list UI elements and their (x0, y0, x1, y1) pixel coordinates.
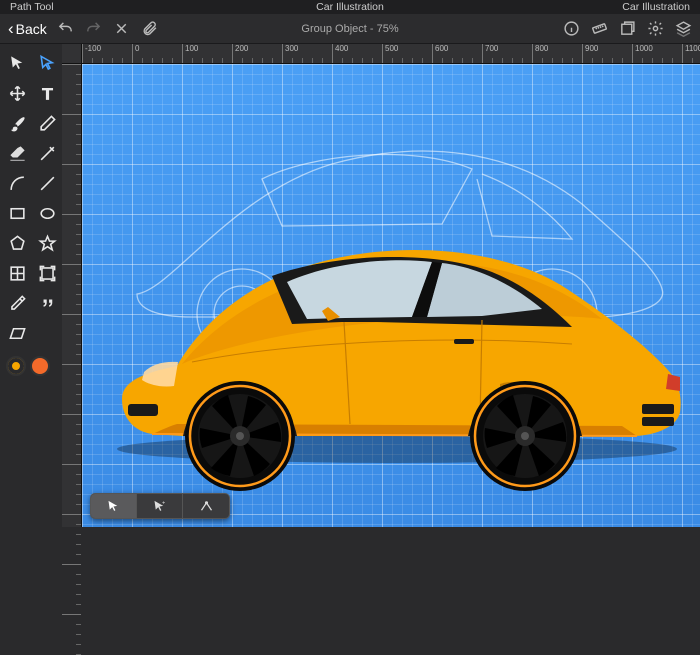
ruler-horizontal[interactable]: -100010020030040050060070080090010001100 (82, 44, 700, 64)
close-button[interactable] (113, 20, 131, 38)
tool-mode-label: Path Tool (10, 1, 54, 13)
layers-button[interactable] (674, 20, 692, 38)
status-label: Group Object - 75% (301, 23, 398, 35)
settings-button[interactable] (646, 20, 664, 38)
color-swatches (4, 356, 58, 376)
info-button[interactable] (562, 20, 580, 38)
undo-button[interactable] (57, 20, 75, 38)
main-toolbar: ‹ Back Group Object - 75% (0, 14, 700, 44)
artwork (82, 64, 700, 527)
tool-eraser[interactable] (4, 140, 30, 166)
tool-text[interactable] (34, 80, 60, 106)
back-button[interactable]: ‹ Back (8, 20, 47, 37)
tool-select[interactable] (4, 50, 30, 76)
title-strip: Path Tool Car Illustration Car Illustrat… (0, 0, 700, 14)
tool-rectangle[interactable] (4, 200, 30, 226)
chevron-left-icon: ‹ (8, 20, 14, 37)
path-mode-add-point[interactable]: + (137, 494, 183, 518)
canvas-area: -100010020030040050060070080090010001100 (62, 44, 700, 527)
tool-ellipse[interactable] (34, 200, 60, 226)
tool-palette (0, 44, 62, 527)
tool-brush[interactable] (4, 110, 30, 136)
tool-empty (34, 320, 60, 346)
redo-button[interactable] (85, 20, 103, 38)
tool-arc[interactable] (4, 170, 30, 196)
attachment-button[interactable] (141, 20, 159, 38)
artboards-button[interactable] (618, 20, 636, 38)
front-wheel (185, 381, 295, 491)
tool-move[interactable] (4, 80, 30, 106)
document-title: Car Illustration (316, 1, 384, 13)
tool-star[interactable] (34, 230, 60, 256)
svg-text:+: + (162, 500, 165, 506)
fill-swatch[interactable] (30, 356, 50, 376)
workspace: -100010020030040050060070080090010001100 (0, 44, 700, 527)
tool-skew[interactable] (4, 320, 30, 346)
ruler-origin[interactable] (62, 44, 82, 64)
ruler-button[interactable] (590, 20, 608, 38)
back-label: Back (16, 21, 47, 37)
stroke-swatch[interactable] (6, 356, 26, 376)
tool-polygon[interactable] (4, 230, 30, 256)
canvas[interactable] (82, 64, 700, 527)
rear-wheel (470, 381, 580, 491)
tool-line[interactable] (34, 170, 60, 196)
ruler-vertical[interactable] (62, 64, 82, 527)
tool-knife[interactable] (34, 140, 60, 166)
path-mode-toolbar: + (90, 493, 230, 519)
tool-grid[interactable] (4, 260, 30, 286)
tool-quote[interactable] (34, 290, 60, 316)
tool-artboard[interactable] (34, 260, 60, 286)
document-title-right: Car Illustration (622, 1, 690, 13)
tool-direct-select[interactable] (34, 50, 60, 76)
tool-pencil[interactable] (34, 110, 60, 136)
path-mode-select[interactable] (91, 494, 137, 518)
path-mode-convert[interactable] (183, 494, 229, 518)
tool-eyedropper[interactable] (4, 290, 30, 316)
